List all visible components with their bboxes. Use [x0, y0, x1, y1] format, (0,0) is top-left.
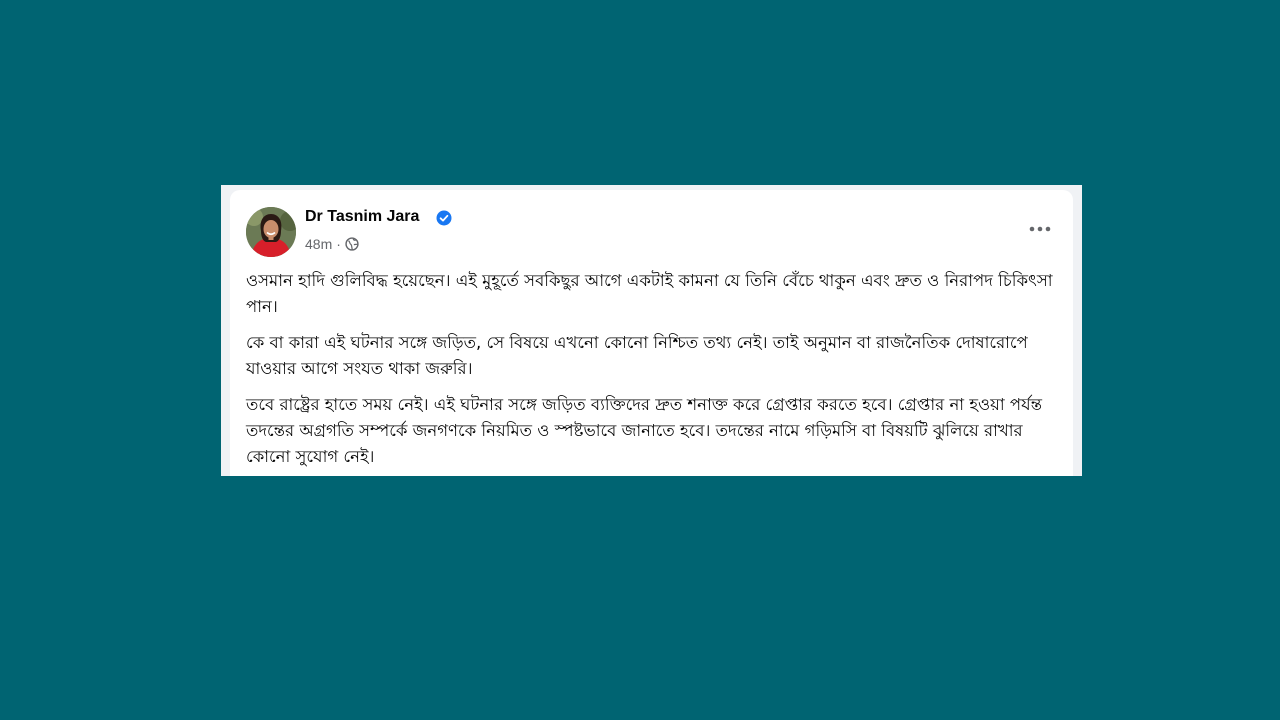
post-meta: 48m ·	[305, 236, 359, 252]
facebook-post: Dr Tasnim Jara 48m · ওসমান হাদি গুলিবিদ্…	[230, 190, 1073, 476]
post-screenshot: Dr Tasnim Jara 48m · ওসমান হাদি গুলিবিদ্…	[221, 185, 1082, 476]
globe-icon[interactable]	[345, 237, 359, 251]
author-name[interactable]: Dr Tasnim Jara	[305, 208, 419, 226]
more-options-button[interactable]	[1022, 216, 1058, 242]
post-timestamp[interactable]: 48m	[305, 236, 332, 252]
post-paragraph-3: তবে রাষ্ট্রের হাতে সময় নেই। এই ঘটনার সঙ…	[246, 395, 1042, 466]
meta-separator: ·	[336, 236, 341, 252]
screen: Dr Tasnim Jara 48m · ওসমান হাদি গুলিবিদ্…	[0, 0, 1280, 720]
avatar-photo	[246, 207, 296, 257]
verified-badge-icon	[436, 210, 452, 226]
post-paragraph-1: ওসমান হাদি গুলিবিদ্ধ হয়েছেন। এই মুহূর্ত…	[246, 271, 1053, 316]
more-options-icon	[1029, 226, 1051, 232]
author-avatar[interactable]	[246, 207, 296, 257]
post-text: ওসমান হাদি গুলিবিদ্ধ হয়েছেন। এই মুহূর্ত…	[246, 268, 1061, 476]
post-paragraph-2: কে বা কারা এই ঘটনার সঙ্গে জড়িত, সে বিষয…	[246, 333, 1028, 378]
